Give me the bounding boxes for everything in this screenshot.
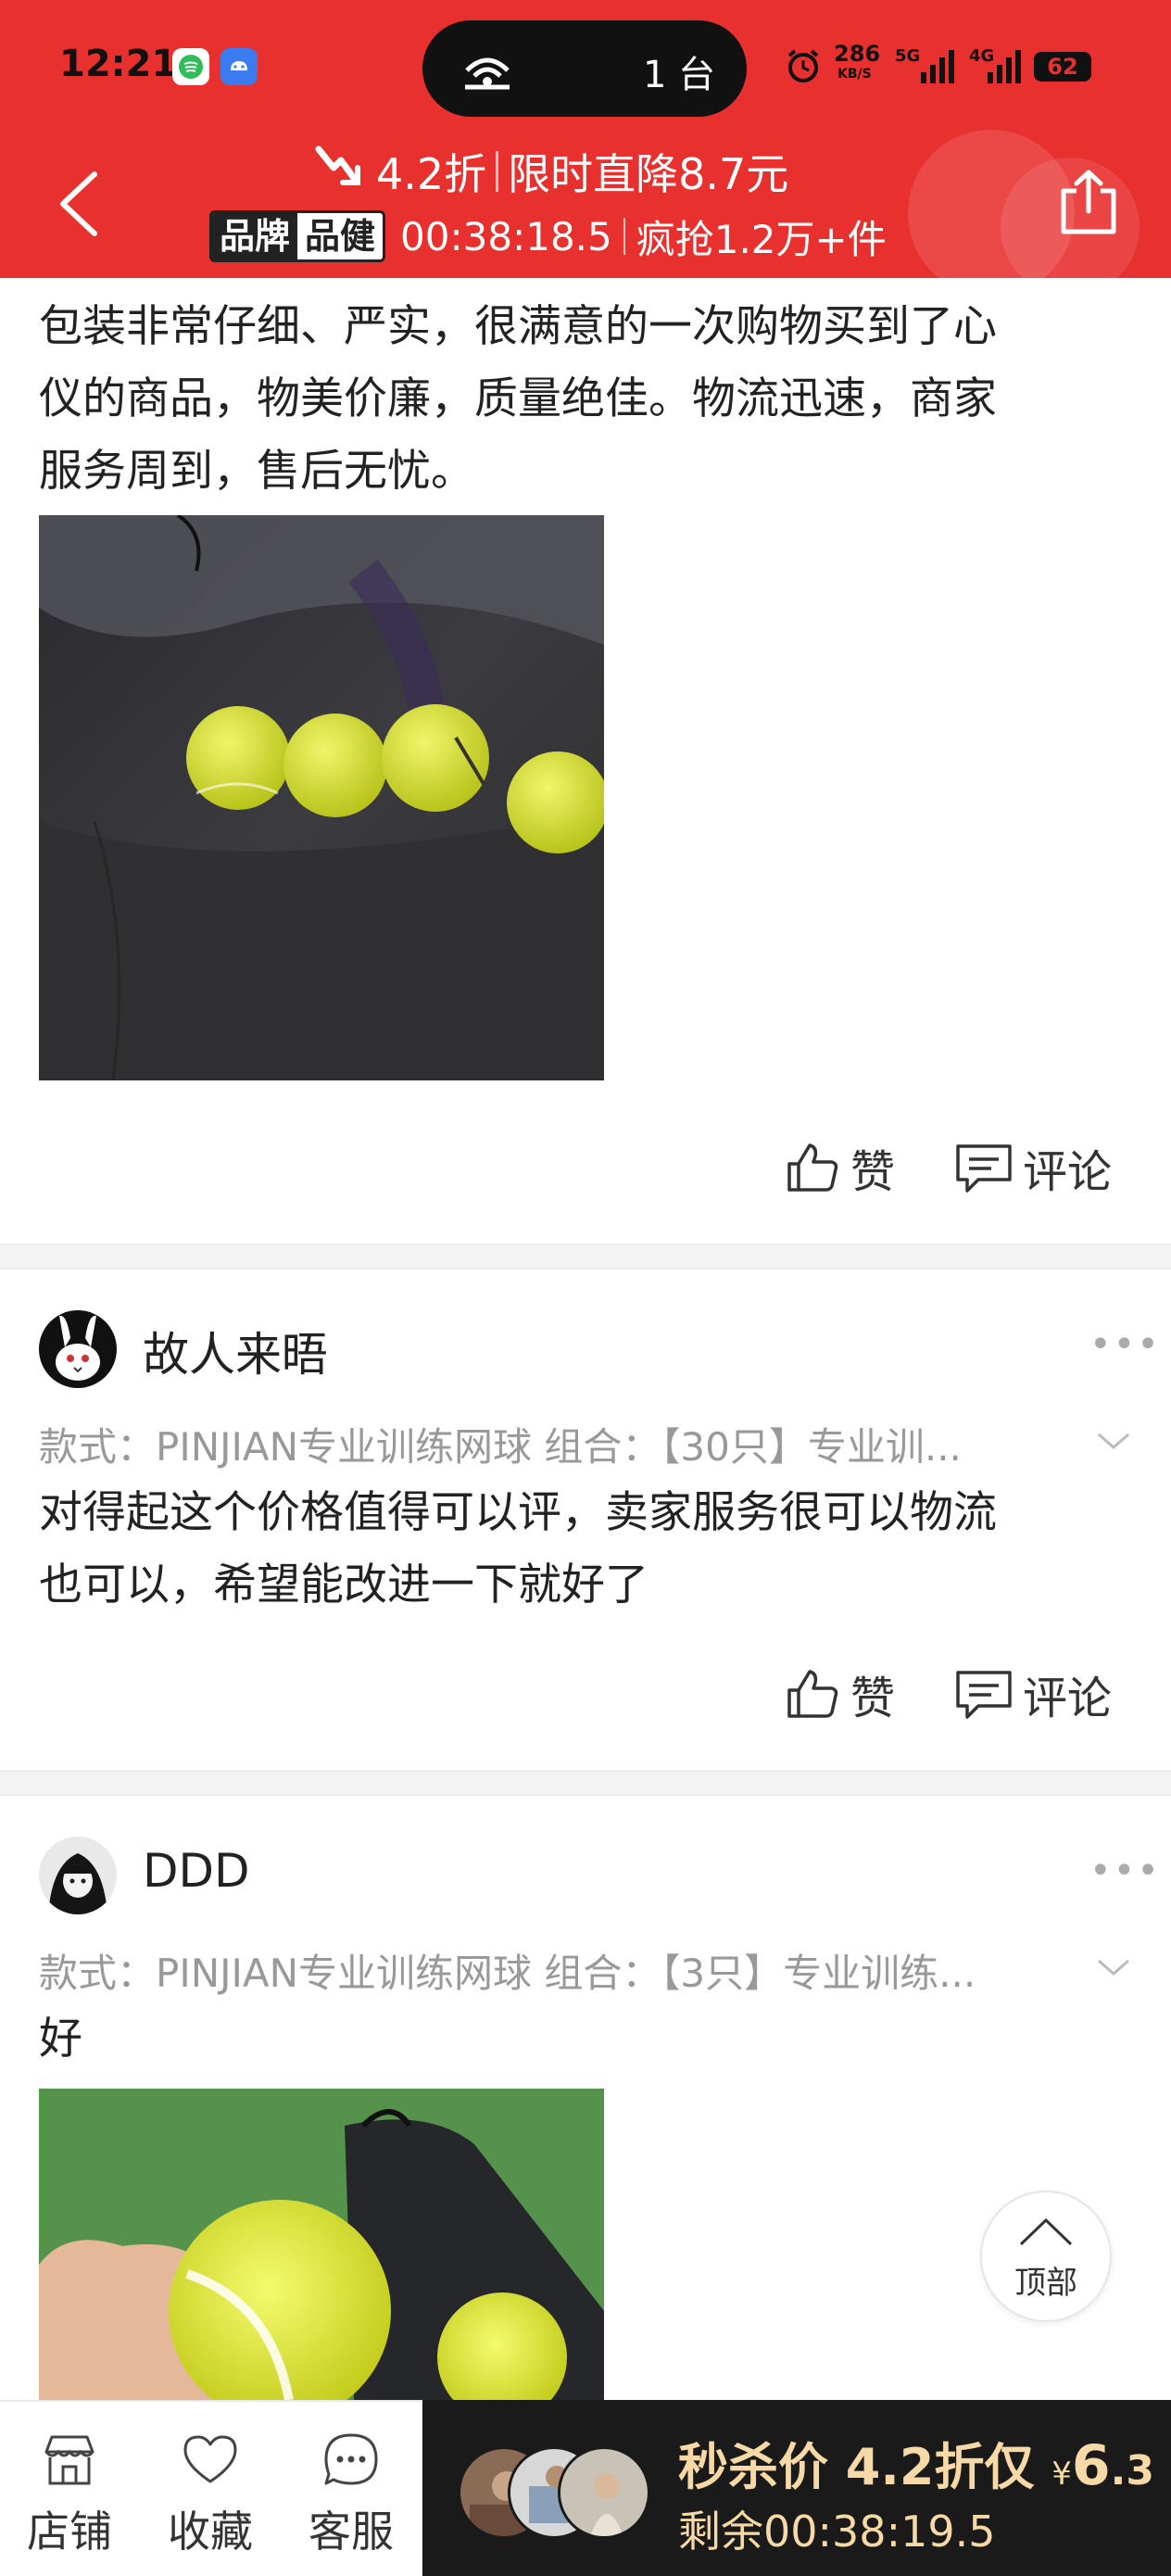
review-text: 对得起这个价格值得可以评，卖家服务很可以物流 也可以，希望能改进一下就好了 [39, 1477, 1141, 1622]
status-time: 12:21 [59, 43, 178, 85]
heart-icon [183, 2435, 237, 2483]
signal-bars-icon [986, 50, 1023, 91]
chevron-down-icon[interactable] [1095, 1431, 1132, 1457]
bottom-tabs: 店铺 收藏 客服 [0, 2400, 422, 2576]
promo-headline: 4.2折 限时直降8.7元 [315, 143, 788, 200]
top-header: 12:21 1 台 286 KB/S 5G 4G 62 4.2折 限时直降8.7… [0, 0, 1171, 278]
promo-subline: 品牌 品健 00:38:18.5 疯抢1.2万+件 [209, 208, 887, 265]
avatar[interactable] [39, 1837, 117, 1914]
product-spec: 款式：PINJIAN专业训练网球 组合：【30只】专业训... [39, 1424, 962, 1470]
island-text: 1 台 [643, 54, 716, 96]
review-line: 仪的商品，物美价廉，质量绝佳。物流迅速，商家 [39, 373, 997, 424]
price-drop-text: 限时直降8.7元 [508, 149, 789, 199]
product-spec: 款式：PINJIAN专业训练网球 组合：【3只】专业训练... [39, 1951, 976, 1996]
android-icon [220, 48, 258, 85]
shop-icon [44, 2435, 94, 2485]
share-icon [1061, 170, 1116, 234]
review-line: 也可以，希望能改进一下就好了 [39, 1559, 648, 1610]
review-actions: 赞 评论 [786, 1657, 1112, 1731]
dynamic-island: 1 台 [422, 20, 747, 117]
tennis-balls-in-bag-photo [39, 515, 604, 1080]
shop-tab[interactable]: 店铺 [0, 2402, 139, 2576]
comment-label: 评论 [1023, 1146, 1113, 1198]
bottom-action-bar: 店铺 收藏 客服 秒杀价 4.2折仅 ¥6.3 剩余00:38:19.5 [0, 2400, 1171, 2576]
tennis-ball-in-hand-photo [39, 2089, 604, 2400]
like-button[interactable]: 赞 [786, 1661, 895, 1726]
flash-sale-button[interactable]: 秒杀价 4.2折仅 ¥6.3 剩余00:38:19.5 [422, 2400, 1171, 2576]
review-line: 对得起这个价格值得可以评，卖家服务很可以物流 [39, 1487, 997, 1538]
like-label: 赞 [850, 1146, 896, 1198]
shop-label: 店铺 [27, 2507, 112, 2557]
back-arrow-icon [60, 171, 97, 236]
section-divider [0, 1244, 1171, 1269]
battery-indicator: 62 [1034, 52, 1091, 82]
countdown-timer: 00:38:18.5 [400, 213, 612, 259]
net-unit: KB/S [837, 67, 872, 82]
comment-icon [956, 1671, 1012, 1719]
alarm-icon [784, 46, 823, 87]
comment-button[interactable]: 评论 [954, 1661, 1112, 1726]
service-label: 客服 [308, 2507, 394, 2557]
chevron-down-icon[interactable] [1095, 1957, 1132, 1983]
flash-label: 秒杀价 4.2折仅 [678, 2438, 1035, 2496]
avatar[interactable] [39, 1310, 117, 1388]
favorite-tab[interactable]: 收藏 [141, 2402, 280, 2576]
like-button[interactable]: 赞 [786, 1135, 895, 1200]
username[interactable]: 故人来晤 [143, 1318, 328, 1384]
chat-icon [324, 2433, 378, 2485]
share-button[interactable] [1049, 163, 1128, 243]
brand-tag: 品牌 [212, 213, 298, 259]
nav-bar: 4.2折 限时直降8.7元 品牌 品健 00:38:18.5 疯抢1.2万+件 [0, 139, 1171, 278]
review-line: 包装非常仔细、严实，很满意的一次购物买到了心 [39, 301, 997, 352]
discount-text: 4.2折 [376, 149, 487, 199]
price-integer: 6 [1071, 2433, 1111, 2498]
review-line: 好 [39, 2014, 82, 2065]
remaining-time: 剩余00:38:19.5 [678, 2507, 996, 2557]
username[interactable]: DDD [143, 1844, 250, 1898]
more-dots-icon[interactable]: ••• [1089, 1850, 1161, 1892]
back-to-top-button[interactable]: 顶部 [980, 2191, 1112, 2322]
review-text: 好 [39, 2003, 1141, 2076]
back-to-top-label: 顶部 [1014, 2265, 1077, 2302]
brand-name: 品健 [297, 213, 384, 259]
anime-avatar-icon [39, 1837, 117, 1914]
comment-label: 评论 [1023, 1673, 1113, 1724]
signal-bars-icon [919, 50, 956, 91]
review-line: 服务周到，售后无忧。 [39, 446, 474, 497]
review-text: 包装非常仔细、严实，很满意的一次购物买到了心 仪的商品，物美价廉，质量绝佳。物流… [39, 291, 1141, 508]
flash-price-line: 秒杀价 4.2折仅 ¥6.3 [678, 2426, 1154, 2499]
service-tab[interactable]: 客服 [282, 2402, 421, 2576]
more-dots-icon[interactable]: ••• [1089, 1323, 1161, 1366]
status-bar: 12:21 1 台 286 KB/S 5G 4G 62 [0, 0, 1171, 139]
sold-count: 疯抢1.2万+件 [636, 216, 887, 262]
comment-icon [956, 1144, 1012, 1193]
price-decimal: .3 [1110, 2447, 1155, 2494]
app-notification-icon [172, 48, 209, 85]
like-label: 赞 [850, 1673, 896, 1724]
thumb-up-icon [787, 1670, 838, 1718]
arrow-up-icon [1019, 2218, 1073, 2246]
hotspot-icon [460, 43, 515, 98]
currency-symbol: ¥ [1051, 2456, 1072, 2493]
signal-5g: 5G [895, 46, 921, 66]
buyer-avatar [558, 2446, 650, 2539]
brand-badge: 品牌 品健 [209, 210, 386, 262]
review-photo[interactable] [39, 2089, 604, 2400]
trend-down-icon [315, 144, 363, 200]
review-photo[interactable] [39, 515, 604, 1080]
favorite-label: 收藏 [168, 2507, 253, 2557]
back-button[interactable] [46, 167, 111, 241]
bunny-avatar-icon [39, 1310, 117, 1388]
thumb-up-icon [787, 1143, 838, 1192]
section-divider [0, 1770, 1171, 1796]
comment-button[interactable]: 评论 [954, 1135, 1112, 1200]
review-actions: 赞 评论 [786, 1130, 1112, 1205]
